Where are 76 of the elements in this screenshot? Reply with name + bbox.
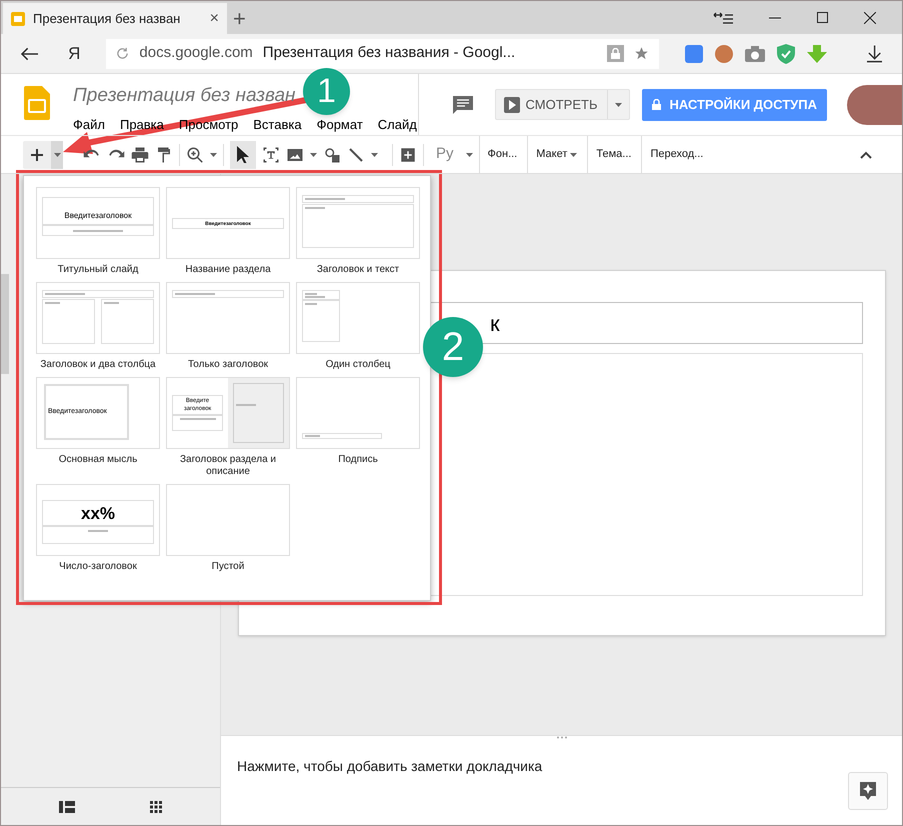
paint-format-icon[interactable] [155,146,173,164]
close-tab-button[interactable]: × [210,6,219,30]
menu-item[interactable]: Файл [73,118,105,132]
camera-icon[interactable] [744,46,765,62]
url-domain: docs.google.com [139,43,253,64]
list-view-icon[interactable] [58,800,75,812]
toolbar-button[interactable]: Переход... [650,146,704,163]
menu-item[interactable]: Вставка [253,118,302,132]
caret-icon [570,152,578,156]
tab-title: Презентация без назван [33,10,182,28]
new-tab-button[interactable]: + [233,8,246,30]
caret-icon [466,152,473,156]
slide-thumbnail[interactable] [1,274,9,374]
layout-option[interactable]: Заголовок и два столбца [36,282,160,371]
speaker-notes-field[interactable]: Нажмите, чтобы добавить заметки докладчика [237,756,848,796]
slides-icon [11,12,25,26]
print-icon[interactable] [131,146,149,164]
layout-name: Титульный слайд [56,264,140,276]
toolbar-button[interactable]: Фон... [488,146,518,163]
cursor-icon [237,146,249,163]
collapse-icon[interactable] [860,150,872,158]
shape-icon[interactable] [323,146,341,164]
layout-option[interactable]: Введитезаголовок Титульный слайд [36,187,160,276]
thumb-title: Введитезаголовок [64,210,132,221]
explore-icon [860,782,876,800]
caret-icon [371,152,378,156]
layout-option[interactable]: Подпись [296,377,420,478]
zoom-icon[interactable] [186,146,204,164]
reload-icon[interactable] [116,47,130,60]
layout-name: Один столбец [324,359,392,371]
home-button[interactable]: Я [68,40,80,66]
resize-handle-icon[interactable] [556,736,568,739]
minimize-icon[interactable] [769,16,781,18]
layout-name: Подпись [337,454,379,466]
back-icon[interactable] [21,46,38,60]
comment-icon[interactable] [452,96,473,114]
add-comment-icon[interactable] [399,146,417,164]
plus-icon [31,148,43,160]
close-icon[interactable] [864,12,876,24]
select-tool[interactable] [230,140,256,168]
line-icon[interactable] [347,146,365,164]
new-slide-button[interactable] [23,140,63,168]
tab-list-icon[interactable] [713,12,733,24]
lock-icon [652,99,662,110]
toolbar-button[interactable]: Макет [536,146,578,163]
toolbar-button[interactable]: Тема... [596,146,632,163]
grid-view-icon[interactable] [150,800,162,812]
browser-tab[interactable]: Презентация без назван × [3,3,227,34]
layout-name: Число-заголовок [58,561,138,573]
step-marker: 1 [303,68,350,115]
layout-name: Основная мысль [58,454,138,466]
menu-item[interactable]: Слайд [378,118,417,132]
play-icon [504,96,520,112]
menu-item[interactable]: Просмотр [178,118,238,132]
download-icon[interactable] [866,44,882,62]
address-bar[interactable]: docs.google.com Презентация без названия - Googl... [106,38,659,68]
shield-icon[interactable] [776,44,795,64]
page-title: Презентация без названия - Googl... [262,43,516,64]
text-box-icon[interactable] [262,146,280,164]
star-icon[interactable] [634,46,649,61]
document-title[interactable]: Презентация без назван [73,84,296,108]
avatar[interactable] [847,84,902,124]
explore-button[interactable] [848,772,888,810]
caret-icon [615,102,622,106]
layout-option[interactable]: xx% Число-заголовок [36,484,160,573]
caret-icon [210,152,217,156]
caret-icon [54,152,60,156]
slide-title: к [490,310,500,338]
input-tools-button[interactable]: Ру [436,143,454,166]
caret-icon [310,152,317,156]
menu-item[interactable]: Правка [120,118,164,132]
present-button[interactable]: СМОТРЕТЬ [494,89,630,120]
maximize-icon[interactable] [817,12,828,23]
layout-name: Заголовок и два столбца [39,359,157,371]
menu-item[interactable]: Формат [316,118,363,132]
thumb-number: xx% [80,504,116,522]
